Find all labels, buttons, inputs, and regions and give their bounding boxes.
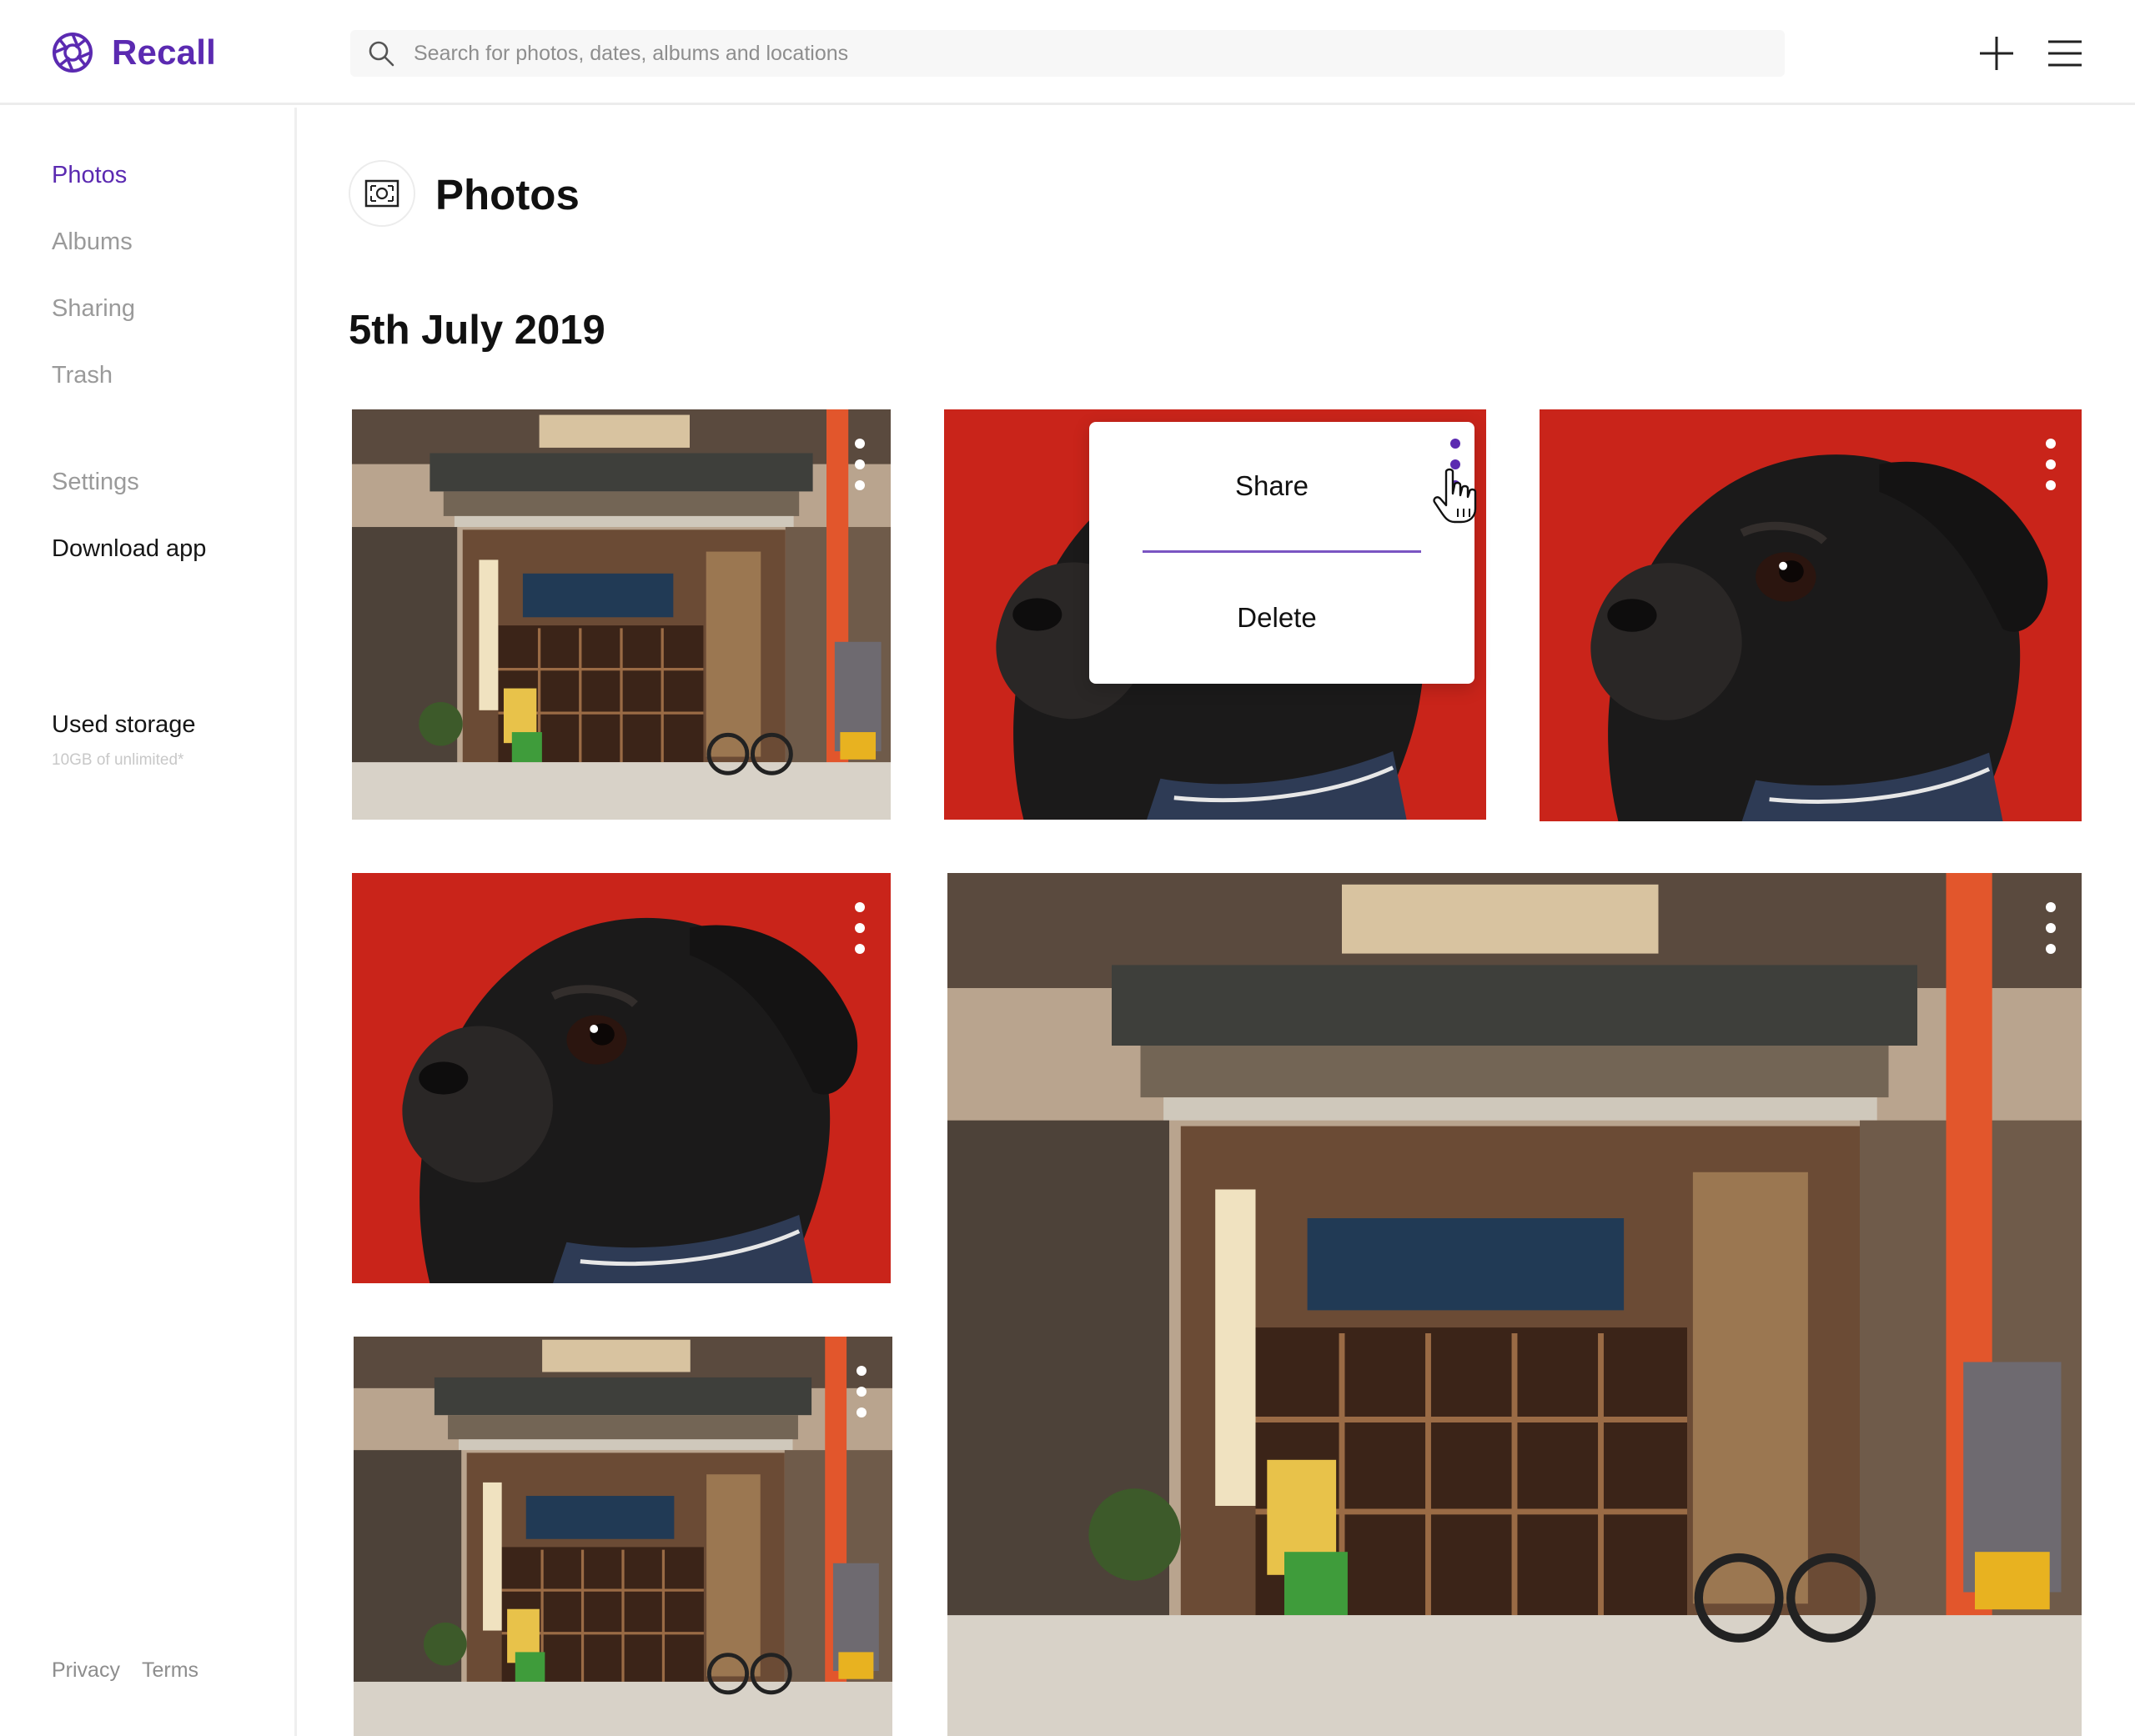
- more-options-icon[interactable]: [849, 1362, 874, 1421]
- photo-tile[interactable]: [352, 409, 891, 820]
- menu-divider: [1143, 550, 1421, 553]
- share-menu-item[interactable]: Share: [1079, 470, 1464, 502]
- download-app-link[interactable]: Download app: [52, 535, 206, 563]
- sidebar-item-trash[interactable]: Trash: [52, 362, 113, 389]
- photo-frame-icon: [364, 179, 399, 208]
- storefront-photo: [354, 1337, 892, 1736]
- photo-tile[interactable]: [354, 1337, 892, 1736]
- plus-icon[interactable]: [1977, 33, 2017, 73]
- storefront-photo: [352, 409, 891, 820]
- brand[interactable]: Recall: [52, 32, 216, 73]
- sidebar-item-albums[interactable]: Albums: [52, 228, 133, 256]
- delete-menu-item[interactable]: Delete: [1084, 602, 1469, 634]
- sidebar-item-settings[interactable]: Settings: [52, 469, 139, 496]
- more-options-icon[interactable]: [2038, 899, 2063, 957]
- sidebar: Photos Albums Sharing Trash Settings Dow…: [0, 108, 297, 1736]
- search-input[interactable]: [414, 41, 1665, 66]
- photo-tile-large[interactable]: [947, 873, 2082, 1736]
- hamburger-menu-icon[interactable]: [2045, 33, 2085, 73]
- storage-label: Used storage: [52, 711, 196, 738]
- search-bar[interactable]: [350, 30, 1785, 77]
- pug-photo: [1540, 409, 2082, 821]
- page-icon: [349, 160, 415, 227]
- pug-photo: [352, 873, 891, 1283]
- more-options-icon[interactable]: [2038, 435, 2063, 494]
- sidebar-item-photos[interactable]: Photos: [52, 162, 127, 189]
- page-title: Photos: [435, 171, 580, 218]
- top-bar: Recall: [0, 0, 2135, 105]
- date-heading: 5th July 2019: [349, 308, 605, 353]
- app-name: Recall: [112, 33, 216, 72]
- storefront-photo: [947, 873, 2082, 1736]
- photo-context-menu: Share Delete: [1089, 422, 1474, 684]
- terms-link[interactable]: Terms: [142, 1658, 198, 1683]
- photo-tile[interactable]: [1540, 409, 2082, 821]
- more-options-icon[interactable]: [847, 899, 872, 957]
- more-options-icon[interactable]: [847, 435, 872, 494]
- search-icon: [369, 41, 394, 67]
- privacy-link[interactable]: Privacy: [52, 1658, 120, 1683]
- hand-pointer-cursor-icon: [1433, 468, 1477, 524]
- storage-detail: 10GB of unlimited*: [52, 751, 184, 769]
- photo-tile[interactable]: [352, 873, 891, 1283]
- aperture-logo-icon: [53, 33, 93, 73]
- sidebar-item-sharing[interactable]: Sharing: [52, 295, 135, 323]
